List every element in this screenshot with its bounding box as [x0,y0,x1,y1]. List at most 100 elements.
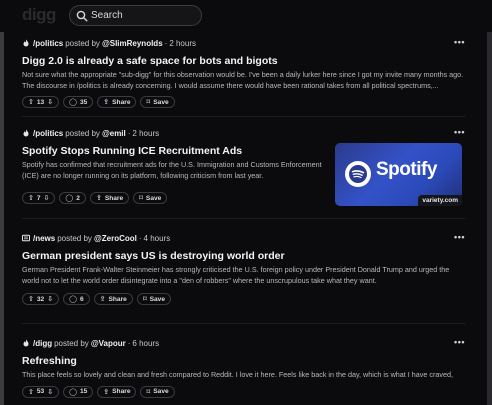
author-link[interactable]: @emil [102,129,126,138]
post-time: 2 hours [132,128,160,138]
comment-count: 2 [76,194,80,202]
community-link[interactable]: /politics [33,39,63,48]
post-excerpt: This place feels so lovely and clean and… [22,370,453,379]
post-card[interactable]: /politics posted by @SlimReynolds · 2 ho… [22,37,465,108]
post-divider [22,323,465,324]
top-bar: digg Search [0,0,492,32]
share-icon: ⇪ [103,388,110,396]
post-time: 4 hours [143,233,171,243]
newspaper-icon [22,234,30,242]
community-link[interactable]: /politics [33,129,63,138]
post-thumbnail[interactable]: Spotify variety.com [335,143,462,206]
comments-button[interactable]: ◯ 2 [59,192,86,204]
post-meta: /politics posted by @emil · 2 hours [22,127,465,139]
share-icon: ⇪ [103,99,110,106]
more-options-icon[interactable]: ••• [454,232,465,242]
more-options-icon[interactable]: ••• [454,127,465,137]
flame-icon [23,129,29,137]
meta-separator: · [138,233,142,243]
upvote-button[interactable]: ⇧ 7 ⇩ [22,192,56,204]
posted-by-label: posted by [57,233,92,243]
bookmark-icon: ⌑ [146,388,151,396]
share-label: Share [108,295,127,303]
save-label: Save [145,194,162,202]
share-label: Share [104,194,124,202]
share-button[interactable]: ⇪ Share [93,293,133,305]
save-button[interactable]: ⌑ Save [133,192,168,204]
post-title[interactable]: Digg 2.0 is already a safe space for bot… [22,55,465,67]
comment-icon: ◯ [69,99,77,106]
save-button[interactable]: ⌑ Save [140,385,175,398]
share-button[interactable]: ⇪ Share [97,385,137,398]
spotify-logo-icon [345,161,371,187]
upvote-button[interactable]: ⇧ 53 ⇩ [22,385,60,398]
flame-icon [23,339,29,347]
upvote-button[interactable]: ⇧ 32 ⇩ [22,293,60,305]
share-label: Share [112,388,131,395]
save-button[interactable]: ⌑ Save [140,96,175,108]
post-divider [22,218,465,219]
comments-button[interactable]: ◯ 6 [63,293,90,305]
more-options-icon[interactable]: ••• [454,337,465,347]
scrollbar[interactable] [487,32,492,405]
author-link[interactable]: @Vapour [91,339,126,348]
arrow-down-icon[interactable]: ⇩ [47,295,53,303]
upvote-count: 7 [36,194,41,202]
search-icon [76,10,88,22]
post-time: 6 hours [132,338,160,348]
arrow-down-icon[interactable]: ⇩ [44,194,50,202]
post-divider [22,116,465,117]
arrow-up-icon: ⇧ [28,296,34,303]
comment-count: 6 [79,295,84,303]
post-card[interactable]: /digg posted by @Vapour · 6 hours ••• Re… [22,337,465,398]
comment-count: 15 [79,388,88,395]
comments-button[interactable]: ◯ 35 [63,96,94,108]
arrow-up-icon: ⇧ [28,195,34,202]
save-label: Save [153,98,169,106]
author-link[interactable]: @SlimReynolds [102,39,163,48]
arrow-up-icon: ⇧ [28,99,34,106]
comments-button[interactable]: ◯ 15 [63,385,94,398]
bookmark-icon: ⌑ [139,195,143,202]
community-link[interactable]: /digg [33,339,52,348]
posted-by-label: posted by [54,338,89,348]
posted-by-label: posted by [65,128,100,138]
meta-separator: · [164,38,168,48]
share-button[interactable]: ⇪ Share [89,192,130,204]
comment-count: 35 [79,98,88,106]
save-label: Save [153,388,169,395]
community-link[interactable]: /news [33,234,55,243]
upvote-button[interactable]: ⇧ 13 ⇩ [22,96,60,108]
post-title[interactable]: German president says US is destroying w… [22,250,465,262]
more-options-icon[interactable]: ••• [454,37,465,47]
digg-logo[interactable]: digg [22,5,56,25]
flame-icon [23,39,29,47]
post-title[interactable]: Refreshing [22,355,465,367]
share-label: Share [112,98,131,106]
save-label: Save [149,295,165,303]
comment-icon: ◯ [69,388,77,396]
upvote-count: 13 [36,98,45,106]
share-button[interactable]: ⇪ Share [97,96,137,108]
left-scroll-rail [0,32,4,405]
upvote-count: 32 [36,295,45,303]
comment-icon: ◯ [69,296,77,303]
thumbnail-brand: Spotify [376,159,437,180]
posted-by-label: posted by [65,38,100,48]
post-excerpt: Not sure what the appropriate "sub-digg"… [22,70,464,90]
meta-separator: · [127,338,131,348]
comment-icon: ◯ [65,195,74,202]
post-meta: /politics posted by @SlimReynolds · 2 ho… [22,37,465,49]
search-placeholder: Search [91,10,123,21]
post-meta: /news posted by @ZeroCool · 4 hours [22,232,465,244]
search-input[interactable]: Search [69,5,202,26]
post-card[interactable]: /news posted by @ZeroCool · 4 hours ••• … [22,232,465,305]
post-actions: ⇧ 53 ⇩ ◯ 15 ⇪ Share ⌑ Save [22,385,465,398]
save-button[interactable]: ⌑ Save [136,293,171,305]
thumbnail-source[interactable]: variety.com [418,195,462,206]
post-time: 2 hours [169,38,196,48]
post-actions: ⇧ 13 ⇩ ◯ 35 ⇪ Share ⌑ Save [22,96,465,108]
arrow-down-icon[interactable]: ⇩ [47,98,53,106]
arrow-down-icon[interactable]: ⇩ [47,388,53,396]
author-link[interactable]: @ZeroCool [94,234,137,243]
